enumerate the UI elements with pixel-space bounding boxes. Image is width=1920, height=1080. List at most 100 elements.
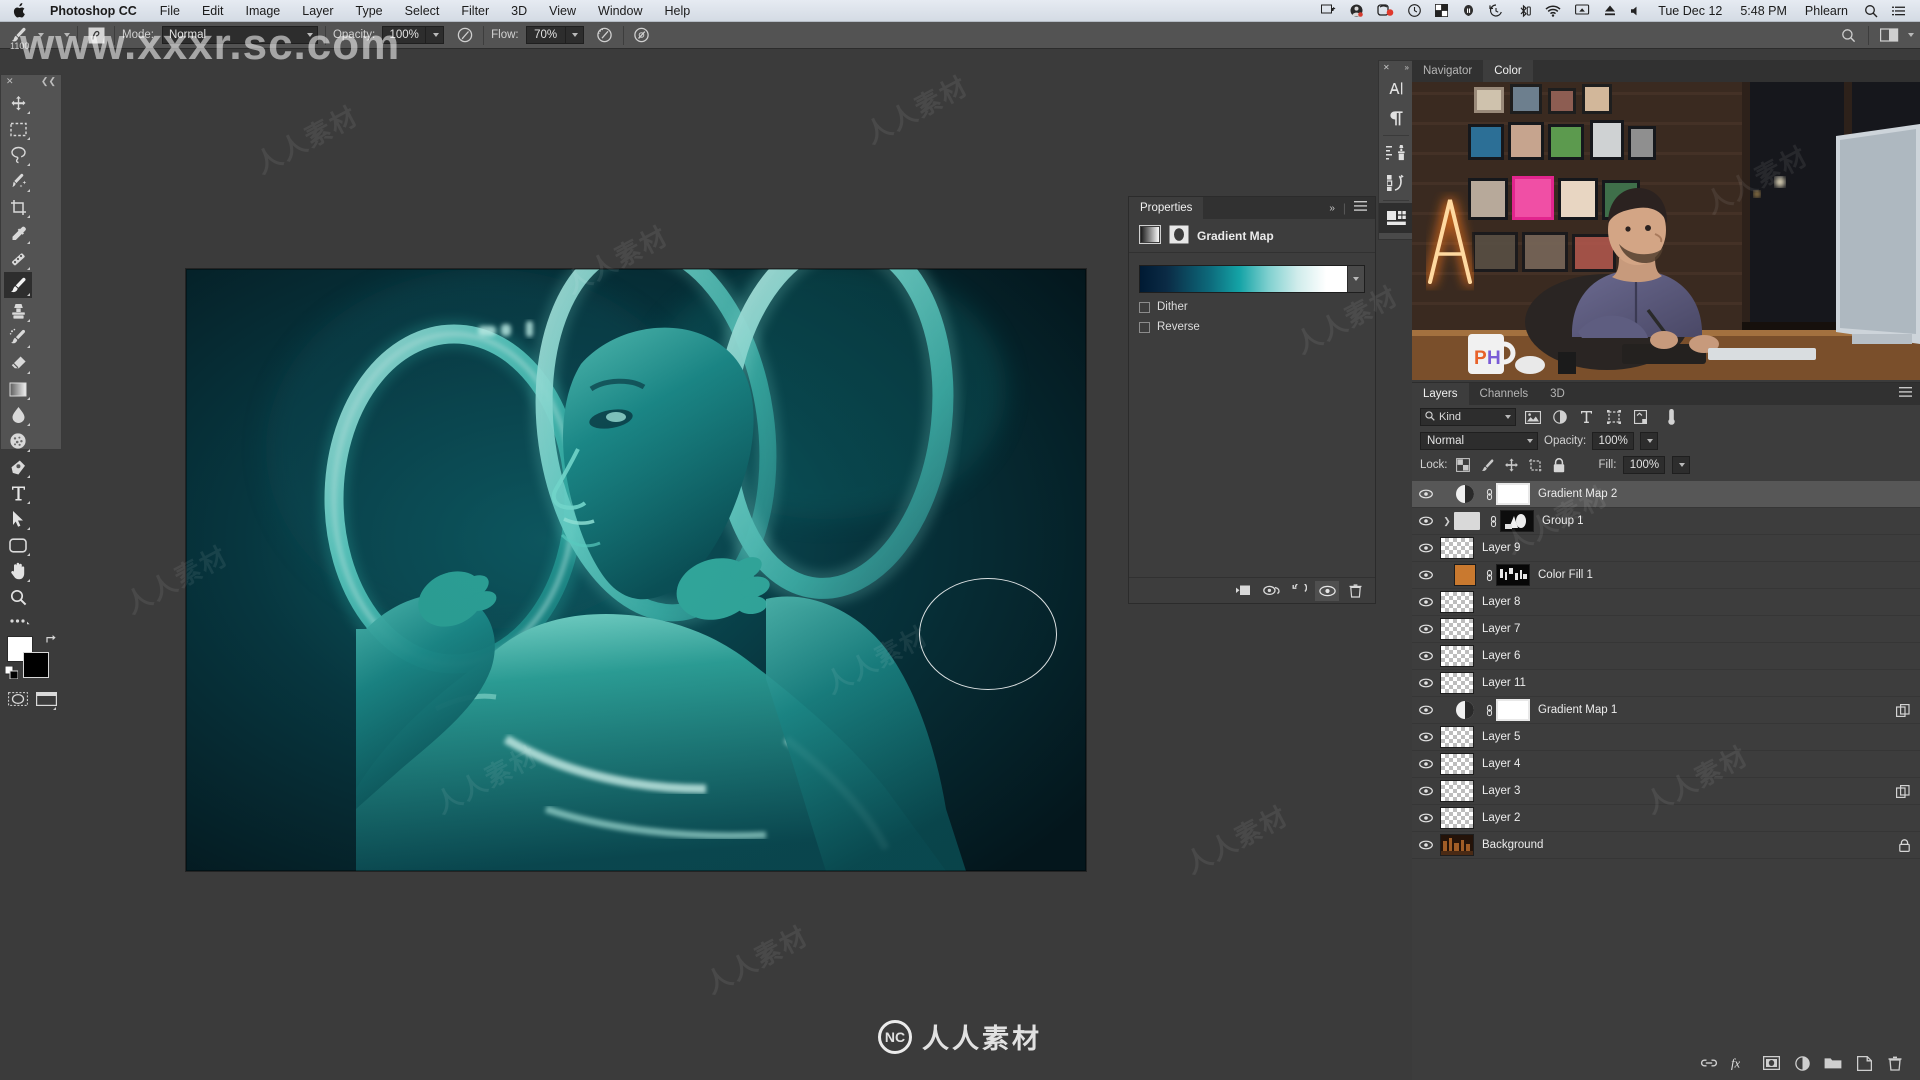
chevrons-right-icon[interactable]: »	[1329, 203, 1335, 214]
menu-file[interactable]: File	[149, 4, 191, 18]
layer-mask-thumbnail[interactable]	[1496, 564, 1530, 586]
lock-all-icon[interactable]	[1551, 457, 1568, 474]
flow-chevron-button[interactable]	[565, 26, 584, 44]
layer-name[interactable]: Layer 7	[1480, 623, 1520, 635]
layer-name[interactable]: Layer 11	[1480, 677, 1526, 689]
quick-mask-icon[interactable]	[6, 686, 29, 712]
layer-visibility-toggle[interactable]	[1412, 508, 1440, 535]
layer-link-icon[interactable]	[1482, 488, 1496, 501]
layer-name[interactable]: Gradient Map 1	[1536, 704, 1617, 716]
layer-visibility-toggle[interactable]	[1412, 778, 1440, 805]
layer-row[interactable]: Layer 2	[1412, 805, 1920, 832]
color-fill-swatch-thumbnail[interactable]	[1454, 564, 1476, 586]
new-adjustment-icon[interactable]	[1793, 1054, 1811, 1072]
layer-visibility-toggle[interactable]	[1412, 751, 1440, 778]
layer-thumbnail[interactable]	[1440, 591, 1474, 613]
user-account-icon[interactable]	[1343, 4, 1370, 17]
zoom-tool[interactable]	[4, 584, 32, 610]
gradient-preview[interactable]	[1140, 266, 1347, 292]
chevrons-right-icon[interactable]: »	[1405, 63, 1409, 72]
brush-presets-icon[interactable]	[1379, 168, 1413, 198]
filter-adjustment-icon[interactable]	[1549, 407, 1570, 427]
layer-visibility-toggle[interactable]	[1412, 616, 1440, 643]
lock-icon[interactable]	[1899, 832, 1910, 859]
reset-icon[interactable]	[1287, 581, 1311, 601]
move-tool[interactable]	[4, 90, 32, 116]
opacity-input[interactable]: 100%	[382, 26, 427, 44]
delete-layer-icon[interactable]	[1886, 1054, 1904, 1072]
layer-row[interactable]: Gradient Map 1	[1412, 697, 1920, 724]
character-panel-icon[interactable]	[1379, 73, 1413, 103]
layer-visibility-toggle[interactable]	[1412, 832, 1440, 859]
layer-mask-icon[interactable]	[1169, 225, 1189, 247]
menu-bar-user[interactable]: Phlearn	[1796, 4, 1857, 18]
layer-name[interactable]: Group 1	[1540, 515, 1584, 527]
link-layers-icon[interactable]	[1700, 1054, 1718, 1072]
layer-name[interactable]: Gradient Map 2	[1536, 488, 1617, 500]
path-selection-tool[interactable]	[4, 506, 32, 532]
volume-icon[interactable]	[1623, 5, 1649, 17]
layer-link-icon[interactable]	[1482, 569, 1496, 582]
reverse-checkbox[interactable]	[1139, 321, 1150, 333]
layer-name[interactable]: Layer 5	[1480, 731, 1520, 743]
menu-edit[interactable]: Edit	[191, 4, 235, 18]
workspace-switcher-icon[interactable]	[1878, 25, 1900, 46]
bluetooth-icon[interactable]	[1510, 4, 1538, 18]
brush-settings-icon[interactable]	[1379, 138, 1413, 168]
layer-name[interactable]: Background	[1480, 839, 1543, 851]
lock-image-icon[interactable]	[1479, 457, 1496, 474]
opacity-chevron-button[interactable]	[426, 26, 445, 44]
filter-toggle-icon[interactable]	[1661, 407, 1682, 427]
toggle-visibility-icon[interactable]	[1315, 580, 1339, 601]
background-color-swatch[interactable]	[23, 652, 49, 678]
add-mask-icon[interactable]	[1762, 1054, 1780, 1072]
layer-thumbnail[interactable]	[1440, 780, 1474, 802]
dither-row[interactable]: Dither	[1139, 301, 1365, 313]
lock-artboard-icon[interactable]	[1527, 457, 1544, 474]
layer-visibility-toggle[interactable]	[1412, 697, 1440, 724]
layer-visibility-toggle[interactable]	[1412, 589, 1440, 616]
blur-tool[interactable]	[4, 402, 32, 428]
screen-record-icon[interactable]	[1370, 4, 1401, 17]
menu-view[interactable]: View	[538, 4, 587, 18]
tab-channels[interactable]: Channels	[1469, 383, 1540, 405]
default-colors-icon[interactable]	[4, 665, 19, 682]
layer-visibility-toggle[interactable]	[1412, 562, 1440, 589]
rectangle-tool[interactable]	[4, 532, 32, 558]
clock-icon[interactable]	[1401, 4, 1428, 17]
layer-thumbnail[interactable]	[1440, 672, 1474, 694]
layer-group-twisty[interactable]: ❯	[1440, 516, 1454, 527]
layer-name[interactable]: Layer 9	[1480, 542, 1520, 554]
screen-mode-icon[interactable]	[35, 686, 58, 712]
gradient-tool[interactable]	[4, 376, 32, 402]
layer-mask-thumbnail[interactable]	[1496, 483, 1530, 505]
layer-thumbnail[interactable]	[1440, 753, 1474, 775]
history-brush-tool[interactable]	[4, 324, 32, 350]
layer-row[interactable]: Layer 9	[1412, 535, 1920, 562]
layers-list[interactable]: Gradient Map 2 ❯ Group 1 Layer 9 Color Fill …	[1412, 481, 1920, 1046]
layer-fill-chevron-button[interactable]	[1672, 456, 1691, 474]
timemachine-icon[interactable]	[1482, 4, 1510, 17]
wifi-icon[interactable]	[1538, 4, 1568, 17]
layer-visibility-toggle[interactable]	[1412, 535, 1440, 562]
layer-row[interactable]: Gradient Map 2	[1412, 481, 1920, 508]
layer-thumbnail[interactable]	[1440, 618, 1474, 640]
filter-type-icon[interactable]	[1576, 407, 1597, 427]
panel-menu-icon[interactable]	[1354, 201, 1367, 215]
cloud-icon[interactable]	[1455, 4, 1482, 17]
layer-thumbnail[interactable]	[1440, 537, 1474, 559]
clone-stamp-tool[interactable]	[4, 298, 32, 324]
menu-filter[interactable]: Filter	[450, 4, 500, 18]
layer-visibility-toggle[interactable]	[1412, 643, 1440, 670]
layer-row[interactable]: ❯ Group 1	[1412, 508, 1920, 535]
layer-thumbnail[interactable]	[1440, 645, 1474, 667]
flow-input[interactable]: 70%	[525, 26, 566, 44]
layer-visibility-toggle[interactable]	[1412, 481, 1440, 508]
layer-mask-thumbnail[interactable]	[1496, 699, 1530, 721]
tab-properties[interactable]: Properties	[1129, 197, 1204, 219]
display-mirror-icon[interactable]	[1568, 4, 1597, 17]
photoshop-document[interactable]	[186, 269, 1086, 871]
close-icon[interactable]: ✕	[1383, 63, 1390, 72]
menu-layer[interactable]: Layer	[291, 4, 344, 18]
layer-thumbnail[interactable]	[1440, 834, 1474, 856]
